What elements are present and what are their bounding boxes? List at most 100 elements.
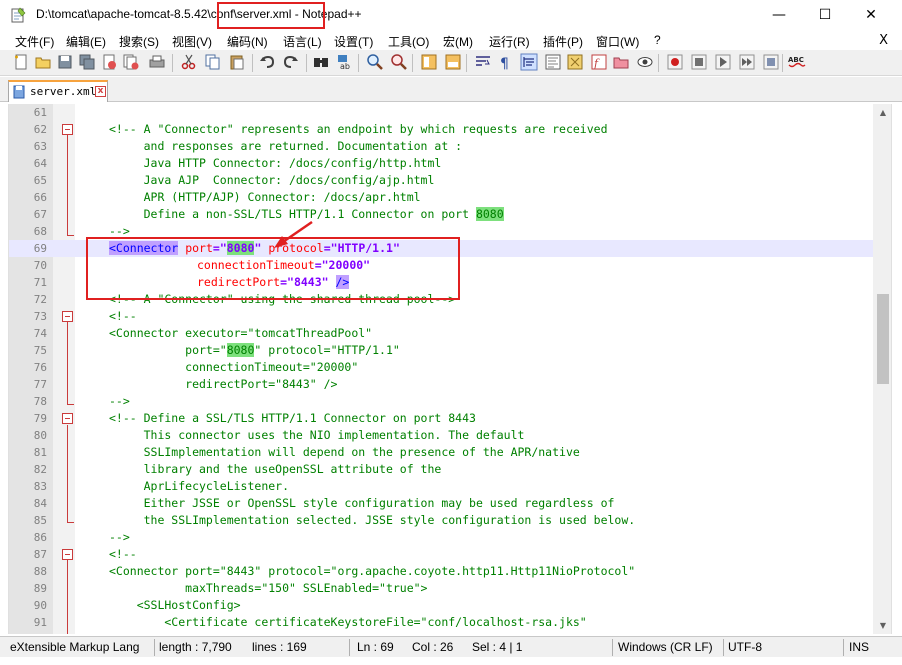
menu-encoding[interactable]: 编码(N)	[227, 33, 268, 50]
line-number: 71	[33, 276, 47, 289]
undo-icon[interactable]	[258, 53, 276, 71]
fold-toggle[interactable]	[62, 549, 73, 560]
code-line: 76 connectionTimeout="20000"	[9, 359, 873, 376]
find-icon[interactable]	[312, 53, 330, 71]
zoom-out-icon[interactable]	[390, 53, 408, 71]
line-number: 88	[33, 565, 47, 578]
stop-macro-icon[interactable]	[690, 53, 708, 71]
menu-macro[interactable]: 宏(M)	[443, 33, 473, 50]
menu-run[interactable]: 运行(R)	[489, 33, 530, 50]
below-window-strip	[0, 657, 902, 665]
fold-toggle[interactable]	[62, 413, 73, 424]
close-all-icon[interactable]	[122, 53, 140, 71]
code-text: Java AJP Connector: /docs/config/ajp.htm…	[109, 173, 435, 187]
save-macro-icon[interactable]	[762, 53, 780, 71]
code-line: 90 <SSLHostConfig>	[9, 597, 873, 614]
line-number: 80	[33, 429, 47, 442]
tab-server-xml[interactable]: server.xml x	[8, 80, 108, 102]
fold-toggle[interactable]	[62, 124, 73, 135]
line-number: 63	[33, 140, 47, 153]
paste-icon[interactable]	[228, 53, 246, 71]
menu-file[interactable]: 文件(F)	[15, 33, 54, 50]
toolbar: ab ¶ f ABC	[0, 50, 902, 76]
new-file-icon[interactable]	[12, 53, 30, 71]
folder-as-workspace-icon[interactable]	[612, 53, 630, 71]
code-line: 78 -->	[9, 393, 873, 410]
indent-guide-icon[interactable]	[520, 53, 538, 71]
menu-plugins[interactable]: 插件(P)	[543, 33, 583, 50]
status-insert-mode[interactable]: INS	[849, 640, 869, 654]
menu-edit[interactable]: 编辑(E)	[66, 33, 106, 50]
menu-tools[interactable]: 工具(O)	[388, 33, 429, 50]
status-bar: eXtensible Markup Lang length : 7,790 li…	[0, 636, 902, 657]
toolbar-separator	[782, 54, 783, 72]
code-text: -->	[109, 224, 130, 238]
print-icon[interactable]	[148, 53, 166, 71]
code-line: 79 <!-- Define a SSL/TLS HTTP/1.1 Connect…	[9, 410, 873, 427]
close-window-button[interactable]: ✕	[848, 0, 894, 30]
line-number: 81	[33, 446, 47, 459]
menu-help[interactable]: ?	[654, 33, 661, 47]
status-length: length : 7,790	[159, 640, 232, 654]
close-document-button[interactable]: X	[879, 33, 888, 48]
menu-search[interactable]: 搜索(S)	[119, 33, 159, 50]
menu-settings[interactable]: 设置(T)	[334, 33, 373, 50]
status-separator	[723, 639, 724, 656]
scroll-up-arrow-icon[interactable]: ▲	[873, 104, 891, 121]
sync-vertical-icon[interactable]	[420, 53, 438, 71]
menu-language[interactable]: 语言(L)	[283, 33, 322, 50]
zoom-in-icon[interactable]	[366, 53, 384, 71]
spellcheck-icon[interactable]: ABC	[788, 53, 806, 71]
fold-toggle[interactable]	[62, 311, 73, 322]
code-text: <!-- Define a SSL/TLS HTTP/1.1 Connector…	[109, 411, 476, 425]
save-all-icon[interactable]	[78, 53, 96, 71]
code-line: 89 maxThreads="150" SSLEnabled="true">	[9, 580, 873, 597]
minimize-icon: —	[772, 7, 786, 23]
code-line: 75 port="8080" protocol="HTTP/1.1"	[9, 342, 873, 359]
tab-close-button[interactable]: x	[95, 86, 106, 97]
copy-icon[interactable]	[204, 53, 222, 71]
status-encoding[interactable]: UTF-8	[728, 640, 762, 654]
scroll-down-arrow-icon[interactable]: ▼	[873, 617, 891, 634]
vertical-scrollbar[interactable]: ▲ ▼	[873, 104, 891, 634]
code-text: <!--	[109, 309, 137, 323]
code-text: maxThreads="150" SSLEnabled="true">	[109, 581, 428, 595]
maximize-button[interactable]: ☐	[802, 0, 848, 30]
line-number: 69	[33, 242, 47, 255]
word-wrap-icon[interactable]	[474, 53, 492, 71]
replace-icon[interactable]: ab	[336, 53, 354, 71]
maximize-icon: ☐	[818, 7, 832, 23]
sync-horizontal-icon[interactable]	[444, 53, 462, 71]
function-list-icon[interactable]: f	[590, 53, 608, 71]
code-text: <!-- A "Connector" represents an endpoin…	[109, 122, 608, 136]
code-line: 73 <!--	[9, 308, 873, 325]
redo-icon[interactable]	[282, 53, 300, 71]
run-macro-multiple-icon[interactable]	[738, 53, 756, 71]
user-defined-language-icon[interactable]	[544, 53, 562, 71]
record-macro-icon[interactable]	[666, 53, 684, 71]
menu-view[interactable]: 视图(V)	[172, 33, 212, 50]
line-number: 84	[33, 497, 47, 510]
editor-area[interactable]: 61 62 <!-- A "Connector" represents an en…	[8, 104, 892, 634]
monitoring-icon[interactable]	[636, 53, 654, 71]
code-line: 84 Either JSSE or OpenSSL style configur…	[9, 495, 873, 512]
code-text: <!--	[109, 547, 137, 561]
code-line: 66 APR (HTTP/AJP) Connector: /docs/apr.h…	[9, 189, 873, 206]
line-number: 64	[33, 157, 47, 170]
document-map-icon[interactable]	[566, 53, 584, 71]
open-file-icon[interactable]	[34, 53, 52, 71]
play-macro-icon[interactable]	[714, 53, 732, 71]
minimize-button[interactable]: —	[756, 0, 802, 30]
save-icon[interactable]	[56, 53, 74, 71]
menu-window[interactable]: 窗口(W)	[596, 33, 639, 50]
scrollbar-thumb[interactable]	[877, 294, 889, 384]
title-bar: D:\tomcat\apache-tomcat-8.5.42\conf\serv…	[0, 0, 902, 30]
menu-bar: 文件(F) 编辑(E) 搜索(S) 视图(V) 编码(N) 语言(L) 设置(T…	[0, 30, 902, 50]
cut-icon[interactable]	[180, 53, 198, 71]
status-eol[interactable]: Windows (CR LF)	[618, 640, 713, 654]
code-text: <SSLHostConfig>	[109, 598, 241, 612]
code-text: Java HTTP Connector: /docs/config/http.h…	[109, 156, 442, 170]
tab-strip: server.xml x	[0, 77, 902, 102]
close-file-icon[interactable]	[100, 53, 118, 71]
show-all-chars-icon[interactable]: ¶	[496, 53, 514, 71]
